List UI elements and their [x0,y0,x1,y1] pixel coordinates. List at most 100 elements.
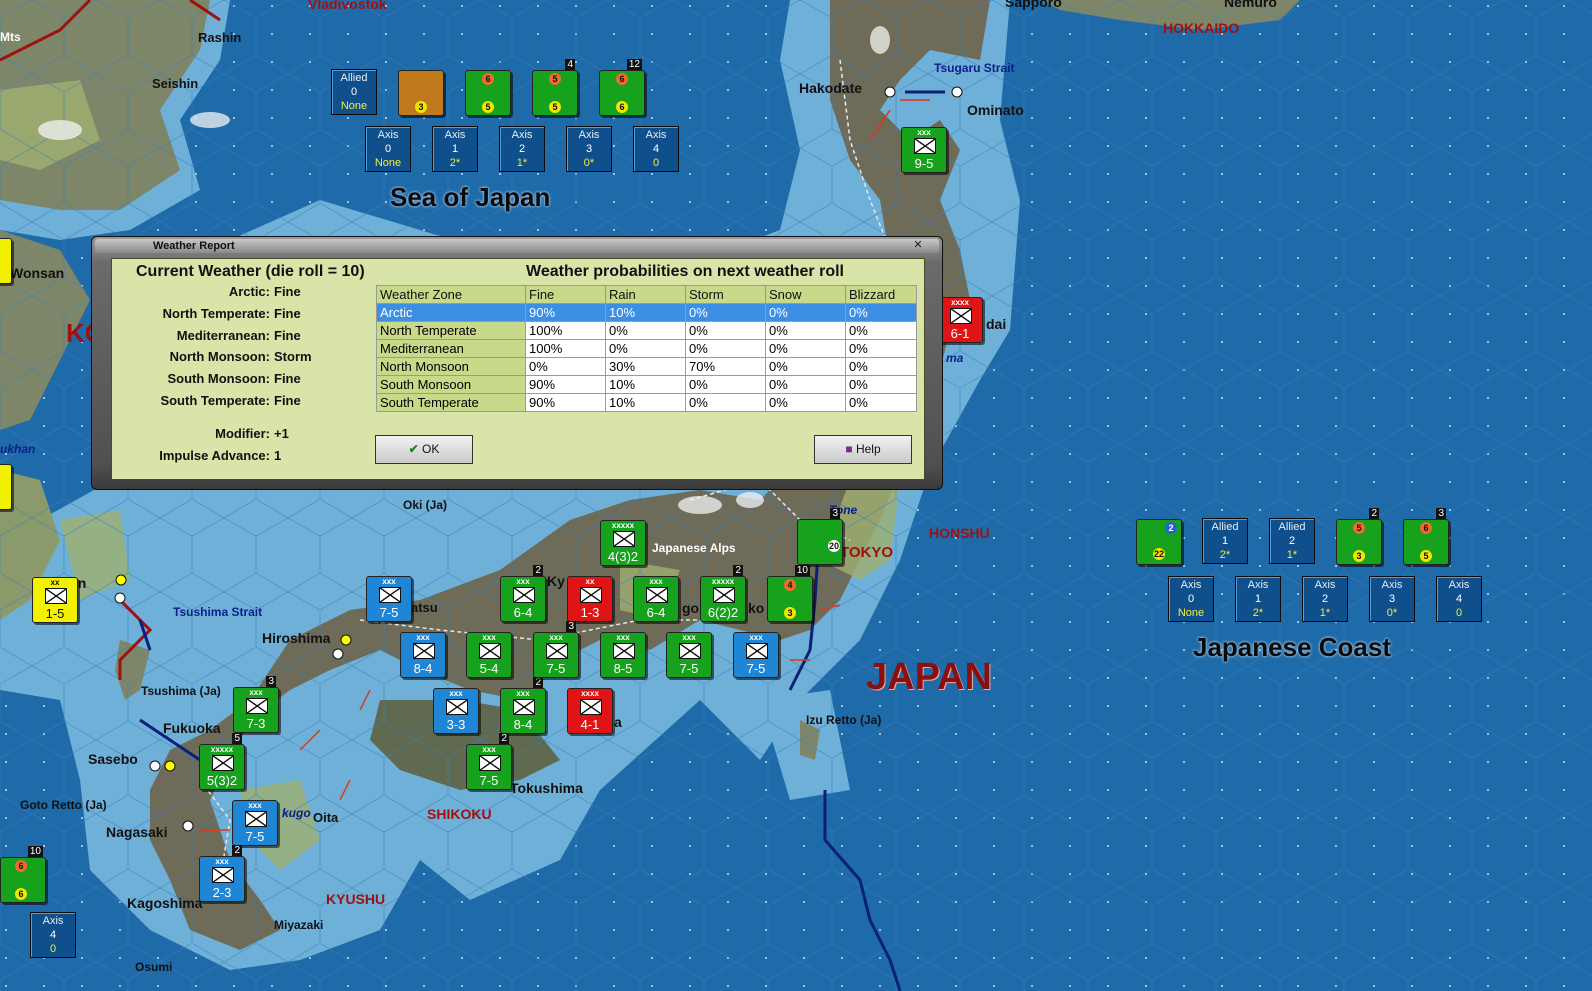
japanese-coast-axis-pool-2[interactable]: Axis 2 1* [1302,576,1348,622]
pool-value: 1* [516,157,528,169]
unit-stack-badge: 2 [232,845,242,856]
unit-size: xxx [248,801,262,810]
unit-kyoto-1[interactable]: xxx 6-4 2 [500,565,546,622]
unit-sendai[interactable]: xxxx 6-1 [937,297,983,343]
japanese-coast-axis-pool-4[interactable]: Axis 4 0 [1436,576,1482,622]
unit-size: xxx [682,633,696,642]
ok-button-label: OK [422,442,440,456]
sea-of-japan-axis-pool-4[interactable]: Axis 4 0 [633,126,679,172]
sea-of-japan-axis-pool-0[interactable]: Axis 0 None [365,126,411,172]
submarine-unit-japanese-coast[interactable]: 253 [1336,508,1382,565]
close-icon[interactable]: ✕ [911,240,925,251]
pool-number: 2 [1321,593,1329,605]
unit-osaka-red[interactable]: xxxx 4-1 [567,688,613,734]
pool-side: Axis [1448,579,1470,591]
unit-nagasaki[interactable]: xxx 7-5 [232,800,278,846]
unit-strength: 7-5 [379,605,399,620]
unit-size: xxx [616,633,630,642]
dialog-titlebar[interactable]: Weather Report ✕ [95,239,939,253]
zone-value: Fine [274,284,301,299]
unit-edge-yellow-1[interactable] [0,238,12,284]
unit-strength: 7-5 [546,661,566,676]
naval-unit-sea-of-japan-3[interactable]: 455 [532,59,578,116]
probability-cell: 30% [605,357,686,376]
zone-value: Fine [274,328,301,343]
unit-strength: 1-3 [580,605,600,620]
unit-tokai-1[interactable]: xxx 7-5 [666,632,712,678]
help-button[interactable]: ■ Help [814,435,912,464]
unit-nagoya-1[interactable]: xxx 6-4 [633,576,679,622]
city-oita: Oita [313,810,339,825]
table-row[interactable]: Arctic 90% 10% 0% 0% 0% [376,303,917,322]
pool-side: Allied [1211,521,1239,533]
unit-size: xxx [249,688,263,697]
unit-alps[interactable]: xxxxx 4(3)2 [600,520,646,566]
city-tokushima: Tokushima [510,780,583,796]
unit-edge-yellow-2[interactable] [0,464,12,510]
pool-value: 2* [1219,549,1231,561]
probability-cell: 90% [525,393,606,412]
unit-ominato[interactable]: xxx 9-5 [901,127,947,173]
sea-of-japan-axis-pool-3[interactable]: Axis 3 0* [566,126,612,172]
unit-hiroshima-2[interactable]: xxx 5-4 [466,632,512,678]
unit-stack-badge: 2 [533,677,543,688]
table-header-cell[interactable]: Snow [765,285,846,304]
current-weather-heading: Current Weather (die roll = 10) [136,263,365,280]
unit-tokyo-hq[interactable]: 3 20 [797,508,843,565]
sea-of-japan-axis-pool-1[interactable]: Axis 1 2* [432,126,478,172]
unit-kagoshima[interactable]: xxx 2-3 2 [199,845,245,902]
unit-osaka-1[interactable]: xxx 7-5 3 [533,621,579,678]
sea-of-japan-axis-pool-2[interactable]: Axis 2 1* [499,126,545,172]
unit-kyoto-red[interactable]: xx 1-3 [567,576,613,622]
unit-matsue[interactable]: xxx 7-5 [366,576,412,622]
label-fragment-go: go [682,600,700,616]
japanese-coast-axis-pool-0[interactable]: Axis 0 None [1168,576,1214,622]
impulse-label: Impulse Advance: [159,448,270,463]
naval-unit-sea-of-japan-1[interactable]: 3 [398,70,444,116]
table-row[interactable]: North Monsoon 0% 30% 70% 0% 0% [376,357,917,376]
pool-number: 4 [49,929,57,941]
unit-size: xxx [917,128,931,137]
ok-button[interactable]: ✔ OK [375,435,473,464]
naval-unit-sea-of-japan-2[interactable]: 65 [465,70,511,116]
table-row[interactable]: South Temperate 90% 10% 0% 0% 0% [376,393,917,412]
unit-nagoya-2[interactable]: xxx 8-5 [600,632,646,678]
unit-shikoku-3[interactable]: xxx 7-5 2 [466,733,512,790]
unit-size: xxx [649,577,663,586]
unit-hiroshima-1[interactable]: xxx 8-4 [400,632,446,678]
unit-sasebo[interactable]: xxxxx 5(3)2 5 [199,733,245,790]
unit-nagoya-3[interactable]: xxxxx 6(2)2 2 [700,565,746,622]
table-row[interactable]: North Temperate 100% 0% 0% 0% 0% [376,321,917,340]
naval-unit-corner[interactable]: 10 6 6 [0,846,46,903]
infantry-symbol-icon [513,587,535,603]
japanese-coast-axis-pool-3[interactable]: Axis 3 0* [1369,576,1415,622]
infantry-symbol-icon [446,699,468,715]
unit-shikoku-1[interactable]: xxx 3-3 [433,688,479,734]
air-unit-japanese-coast[interactable]: 2 22 [1136,519,1182,565]
unit-size: xxx [482,745,496,754]
table-header-cell[interactable]: Rain [605,285,686,304]
unit-shikoku-2[interactable]: xxx 8-4 2 [500,677,546,734]
infantry-symbol-icon [513,699,535,715]
japanese-coast-allied-pool-2[interactable]: Allied 2 1* [1269,518,1315,564]
city-hakodate: Hakodate [799,80,863,96]
japanese-coast-axis-pool-1[interactable]: Axis 1 2* [1235,576,1281,622]
japanese-coast-allied-pool-1[interactable]: Allied 1 2* [1202,518,1248,564]
probability-cell: 0% [765,339,846,358]
pool-value: None [340,100,368,112]
table-row[interactable]: Mediterranean 100% 0% 0% 0% 0% [376,339,917,358]
naval-unit-japanese-coast[interactable]: 365 [1403,508,1449,565]
unit-tokyo-naval[interactable]: 10 4 3 [767,565,813,622]
table-header-cell[interactable]: Fine [525,285,606,304]
table-header-cell[interactable]: Storm [685,285,766,304]
table-header-cell[interactable]: Blizzard [845,285,917,304]
naval-unit-sea-of-japan-4[interactable]: 12 6 6 [599,59,645,116]
unit-tokai-2[interactable]: xxx 7-5 [733,632,779,678]
sea-of-japan-allied-pool-0[interactable]: Allied 0 None [331,69,377,115]
unit-korea-yellow[interactable]: xx 1-5 [32,577,78,623]
table-header-cell[interactable]: Weather Zone [376,285,526,304]
corner-axis-pool-4[interactable]: Axis 4 0 [30,912,76,958]
unit-size: xxxxx [711,577,735,586]
unit-kyushu-1[interactable]: xxx 7-3 3 [233,676,279,733]
table-row[interactable]: South Monsoon 90% 10% 0% 0% 0% [376,375,917,394]
